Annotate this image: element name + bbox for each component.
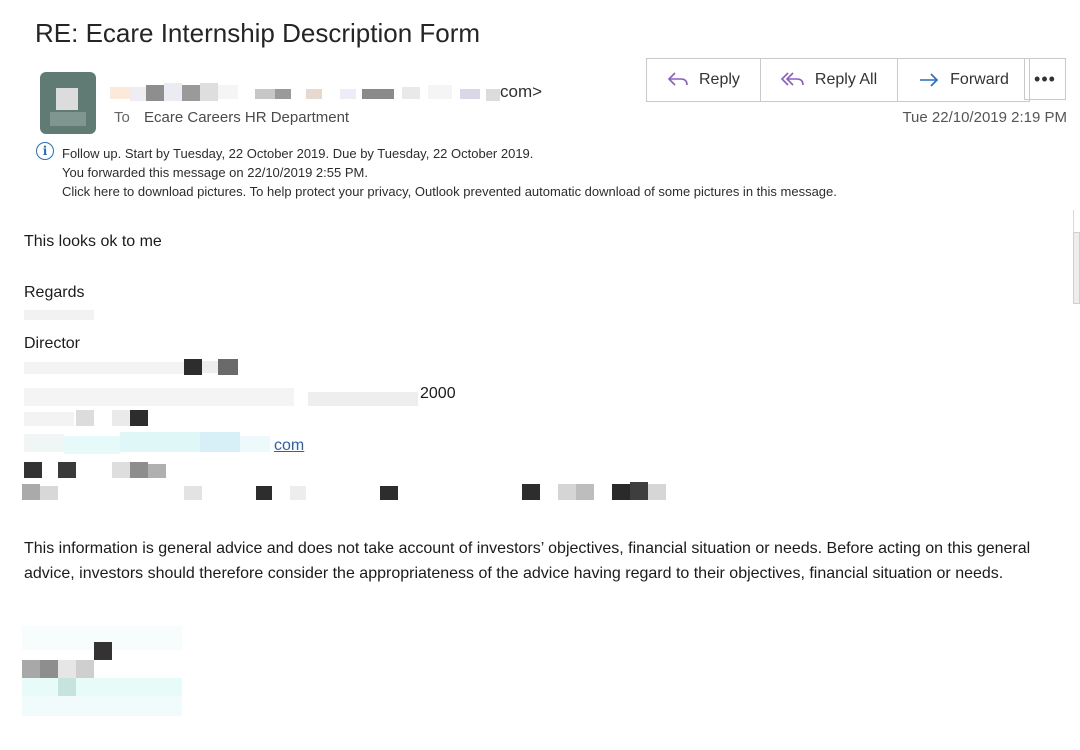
disclaimer-text: This information is general advice and d…: [24, 540, 1031, 582]
to-label: To: [114, 109, 130, 126]
info-bar: Follow up. Start by Tuesday, 22 October …: [62, 144, 837, 201]
more-actions-button[interactable]: •••: [1024, 58, 1066, 100]
recipient-name[interactable]: Ecare Careers HR Department: [144, 109, 349, 126]
scrollbar-thumb[interactable]: [1073, 232, 1080, 304]
forward-arrow-icon: [920, 73, 939, 87]
reply-all-button[interactable]: Reply All: [760, 59, 899, 101]
reply-button[interactable]: Reply: [647, 59, 761, 101]
address-postcode: 2000: [420, 385, 456, 402]
redacted-name: [24, 310, 94, 320]
sender-address-redacted[interactable]: [110, 83, 550, 103]
reply-all-icon: [780, 72, 804, 86]
email-subject: RE: Ecare Internship Description Form: [35, 18, 481, 48]
recipient-line: To Ecare Careers HR Department: [114, 109, 349, 126]
body-line-1: This looks ok to me: [24, 233, 162, 250]
follow-up-notice: Follow up. Start by Tuesday, 22 October …: [62, 146, 534, 161]
reply-all-label: Reply All: [814, 71, 878, 88]
reply-icon: [667, 72, 688, 86]
sender-address-suffix: com>: [500, 82, 543, 101]
body-title: Director: [24, 335, 81, 352]
received-date: Tue 22/10/2019 2:19 PM: [902, 109, 1067, 126]
message-actions-toolbar: Reply Reply All Forward: [646, 58, 1030, 102]
sender-avatar[interactable]: [40, 72, 96, 134]
reply-label: Reply: [699, 71, 740, 88]
forwarded-notice: You forwarded this message on 22/10/2019…: [62, 165, 368, 180]
forward-button[interactable]: Forward: [898, 59, 1029, 101]
download-pictures-notice[interactable]: Click here to download pictures. To help…: [62, 182, 837, 201]
body-regards: Regards: [24, 284, 85, 301]
forward-label: Forward: [950, 71, 1009, 88]
email-link[interactable]: com: [274, 437, 304, 455]
email-reading-pane: RE: Ecare Internship Description Form co…: [0, 0, 1080, 750]
info-icon: i: [36, 142, 54, 160]
